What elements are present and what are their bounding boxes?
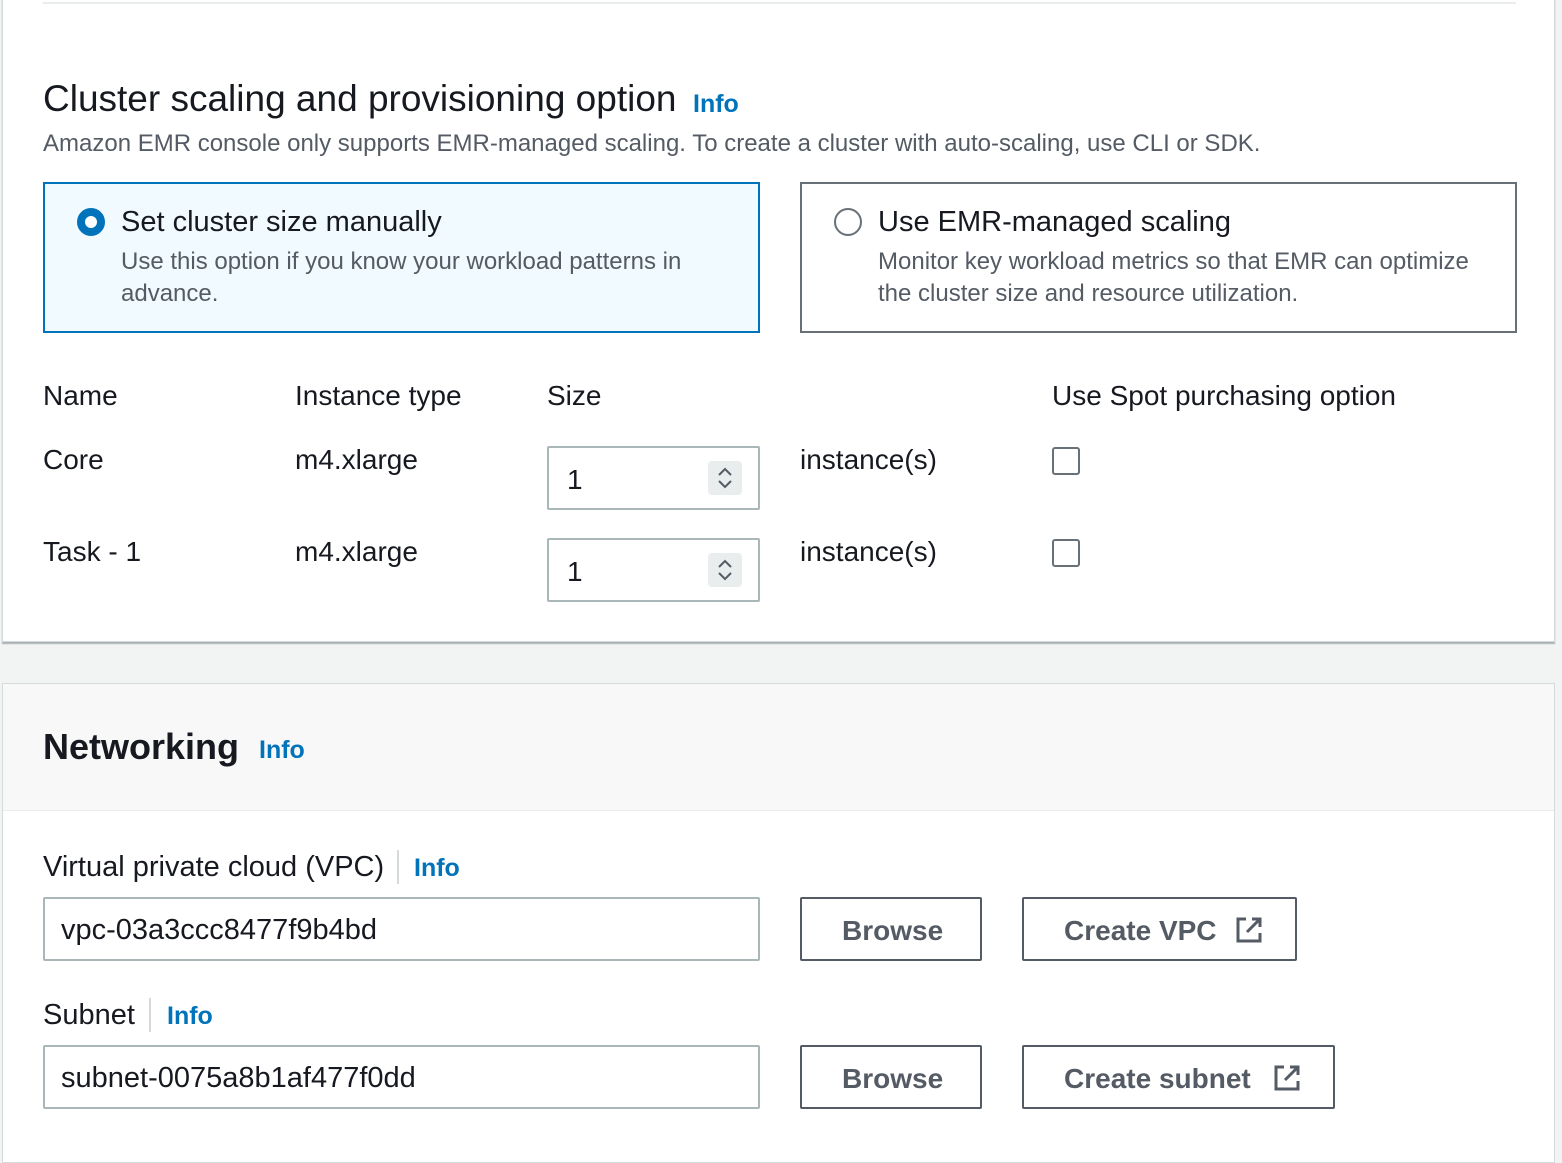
task-spot-checkbox[interactable] <box>1052 539 1080 567</box>
networking-header: Networking Info <box>3 684 1554 811</box>
task-size-input[interactable]: 1 <box>547 538 760 602</box>
button-label: Create subnet <box>1064 1063 1251 1094</box>
option-label: Set cluster size manually <box>121 206 442 238</box>
row-unit: instance(s) <box>800 444 937 475</box>
radio-selected-icon[interactable] <box>77 208 105 236</box>
divider <box>397 850 399 884</box>
subnet-label: Subnet <box>43 999 135 1031</box>
create-vpc-button[interactable]: Create VPC <box>1022 897 1297 961</box>
row-instance-type: m4.xlarge <box>295 536 418 567</box>
vpc-label: Virtual private cloud (VPC) <box>43 851 385 883</box>
radio-unselected-icon[interactable] <box>834 208 862 236</box>
external-link-icon <box>1274 1065 1300 1091</box>
external-link-icon <box>1236 917 1262 943</box>
subnet-input[interactable]: subnet-0075a8b1af477f0dd <box>43 1045 760 1109</box>
subnet-info-link[interactable]: Info <box>167 1002 213 1031</box>
scaling-info-link[interactable]: Info <box>693 90 739 119</box>
column-header-size: Size <box>547 380 602 411</box>
divider <box>43 2 1516 4</box>
row-instance-type: m4.xlarge <box>295 444 418 475</box>
size-value: 1 <box>567 464 583 495</box>
vpc-browse-button[interactable]: Browse <box>800 897 982 961</box>
vpc-info-link[interactable]: Info <box>414 854 460 883</box>
spinner-icon[interactable] <box>708 461 742 495</box>
create-subnet-button[interactable]: Create subnet <box>1022 1045 1335 1109</box>
subnet-value: subnet-0075a8b1af477f0dd <box>61 1062 416 1094</box>
option-manual-size[interactable]: Set cluster size manually Use this optio… <box>43 182 760 333</box>
scaling-description: Amazon EMR console only supports EMR-man… <box>43 130 1261 157</box>
vpc-value: vpc-03a3ccc8477f9b4bd <box>61 914 378 946</box>
option-label: Use EMR-managed scaling <box>878 206 1231 238</box>
core-size-input[interactable]: 1 <box>547 446 760 510</box>
column-header-name: Name <box>43 380 118 411</box>
option-description: Monitor key workload metrics so that EMR… <box>878 248 1469 307</box>
core-spot-checkbox[interactable] <box>1052 447 1080 475</box>
divider <box>149 998 151 1032</box>
networking-info-link[interactable]: Info <box>259 736 305 765</box>
button-label: Browse <box>842 1063 944 1094</box>
option-emr-managed-scaling[interactable]: Use EMR-managed scaling Monitor key work… <box>800 182 1517 333</box>
networking-title: Networking <box>43 726 240 767</box>
networking-section: Networking Info Virtual private cloud (V… <box>2 683 1555 1163</box>
button-label: Browse <box>842 915 944 946</box>
vpc-input[interactable]: vpc-03a3ccc8477f9b4bd <box>43 897 760 961</box>
column-header-spot: Use Spot purchasing option <box>1052 380 1396 411</box>
button-label: Create VPC <box>1064 915 1217 946</box>
scaling-title: Cluster scaling and provisioning option <box>43 78 677 119</box>
scaling-section: Cluster scaling and provisioning option … <box>2 0 1555 642</box>
column-header-instance-type: Instance type <box>295 380 462 411</box>
subnet-browse-button[interactable]: Browse <box>800 1045 982 1109</box>
row-name: Task - 1 <box>43 536 142 567</box>
row-unit: instance(s) <box>800 536 937 567</box>
size-value: 1 <box>567 556 583 587</box>
row-name: Core <box>43 444 104 475</box>
option-description: Use this option if you know your workloa… <box>121 248 682 307</box>
spinner-icon[interactable] <box>708 553 742 587</box>
